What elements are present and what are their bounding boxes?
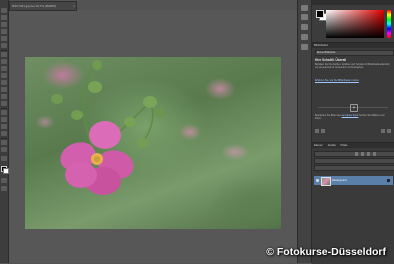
hue-slider[interactable] <box>387 10 391 38</box>
document-image[interactable] <box>25 57 281 229</box>
add-graphic-icon[interactable] <box>315 129 319 133</box>
tab-layers[interactable]: Ebenen <box>314 144 323 147</box>
lock-options-bar[interactable] <box>314 165 394 171</box>
cloud-icon[interactable] <box>381 129 385 133</box>
tool-divider <box>1 138 7 139</box>
edit-toolbar-icon[interactable] <box>1 156 7 161</box>
right-panel-column: Bibliotheken Meine Bibliothek Hier Schal… <box>311 0 394 264</box>
foreground-color-swatch[interactable] <box>316 10 324 18</box>
libraries-footer <box>315 129 391 134</box>
filter-pixel-icon[interactable] <box>355 152 358 156</box>
stock-prefix: Bearbeiten Sie Bilder aus <box>315 115 341 117</box>
paragraph-panel-icon[interactable] <box>301 44 308 50</box>
layers-tabbar: Ebenen Kanäle Pfade <box>312 143 394 148</box>
filter-type-icon[interactable] <box>367 152 370 156</box>
watermark: © Fotokurse-Düsseldorf <box>266 246 386 258</box>
tool-divider <box>1 108 7 109</box>
crop-tool-icon[interactable] <box>1 36 7 41</box>
properties-panel-icon[interactable] <box>301 14 308 20</box>
clone-stamp-tool-icon[interactable] <box>1 66 7 71</box>
library-select[interactable]: Meine Bibliothek <box>315 50 394 56</box>
tool-divider <box>1 50 7 51</box>
type-tool-icon[interactable] <box>1 117 7 122</box>
visibility-eye-icon[interactable] <box>316 179 319 182</box>
flower-photo <box>51 60 165 195</box>
pen-tool-icon[interactable] <box>1 110 7 115</box>
libraries-description: Behalten Sie Ihre Farben, Grafiken und T… <box>315 64 390 69</box>
hand-tool-icon[interactable] <box>1 140 7 145</box>
libraries-panel: Bibliotheken Meine Bibliothek Hier Schal… <box>312 42 394 143</box>
add-color-icon[interactable] <box>321 129 325 133</box>
color-picker-field[interactable] <box>326 10 384 38</box>
quick-select-tool-icon[interactable] <box>1 29 7 34</box>
path-select-tool-icon[interactable] <box>1 124 7 129</box>
tab-libraries[interactable]: Bibliotheken <box>314 44 328 47</box>
tab-channels[interactable]: Kanäle <box>328 144 336 147</box>
stock-text: Bearbeiten Sie Bilder aus der Adobe Stoc… <box>315 115 391 121</box>
lock-icon[interactable] <box>387 179 390 182</box>
layer-thumbnail <box>321 177 331 186</box>
zoom-tool-icon[interactable] <box>1 147 7 152</box>
lasso-tool-icon[interactable] <box>1 22 7 27</box>
brush-panel-icon[interactable] <box>301 24 308 30</box>
layer-filter-bar[interactable] <box>314 151 394 157</box>
color-panel-header[interactable] <box>312 0 394 5</box>
color-panel <box>312 0 394 42</box>
layer-name[interactable]: Hintergrund <box>332 176 347 185</box>
filter-adjust-icon[interactable] <box>361 152 364 156</box>
shape-tool-icon[interactable] <box>1 131 7 136</box>
add-content-button[interactable]: + <box>350 104 358 112</box>
libraries-heading: Hier Schaltfl. Überall <box>315 58 347 62</box>
brush-tool-icon[interactable] <box>1 59 7 64</box>
panel-icon-dock <box>297 0 312 263</box>
filter-shape-icon[interactable] <box>373 152 376 156</box>
eraser-tool-icon[interactable] <box>1 80 7 85</box>
libraries-learn-link[interactable]: Erfahren Sie, wie Sie Bibliotheken nutze… <box>315 79 391 82</box>
eyedropper-tool-icon[interactable] <box>1 43 7 48</box>
history-panel-icon[interactable] <box>301 5 308 11</box>
trash-icon[interactable] <box>387 129 391 133</box>
move-tool-icon[interactable] <box>1 8 7 13</box>
character-panel-icon[interactable] <box>301 34 308 40</box>
tab-paths[interactable]: Pfade <box>341 144 348 147</box>
history-brush-tool-icon[interactable] <box>1 73 7 78</box>
stock-link[interactable]: der Adobe Stock <box>342 115 359 117</box>
gradient-tool-icon[interactable] <box>1 87 7 92</box>
libraries-tabbar: Bibliotheken <box>312 43 394 48</box>
tools-panel <box>0 0 9 263</box>
marquee-tool-icon[interactable] <box>1 15 7 20</box>
document-tab[interactable]: DSC7421.jpg bei 16,7% (RGB/8) × <box>9 1 77 11</box>
blend-mode-select[interactable] <box>314 158 394 164</box>
document-tab-title: DSC7421.jpg bei 16,7% (RGB/8) <box>12 4 56 8</box>
quick-mask-icon[interactable] <box>1 178 7 183</box>
screen-mode-icon[interactable] <box>1 186 7 191</box>
healing-brush-tool-icon[interactable] <box>1 52 7 57</box>
close-icon[interactable]: × <box>73 2 75 10</box>
dodge-tool-icon[interactable] <box>1 101 7 106</box>
blur-tool-icon[interactable] <box>1 94 7 99</box>
layer-row[interactable]: Hintergrund <box>314 176 393 186</box>
